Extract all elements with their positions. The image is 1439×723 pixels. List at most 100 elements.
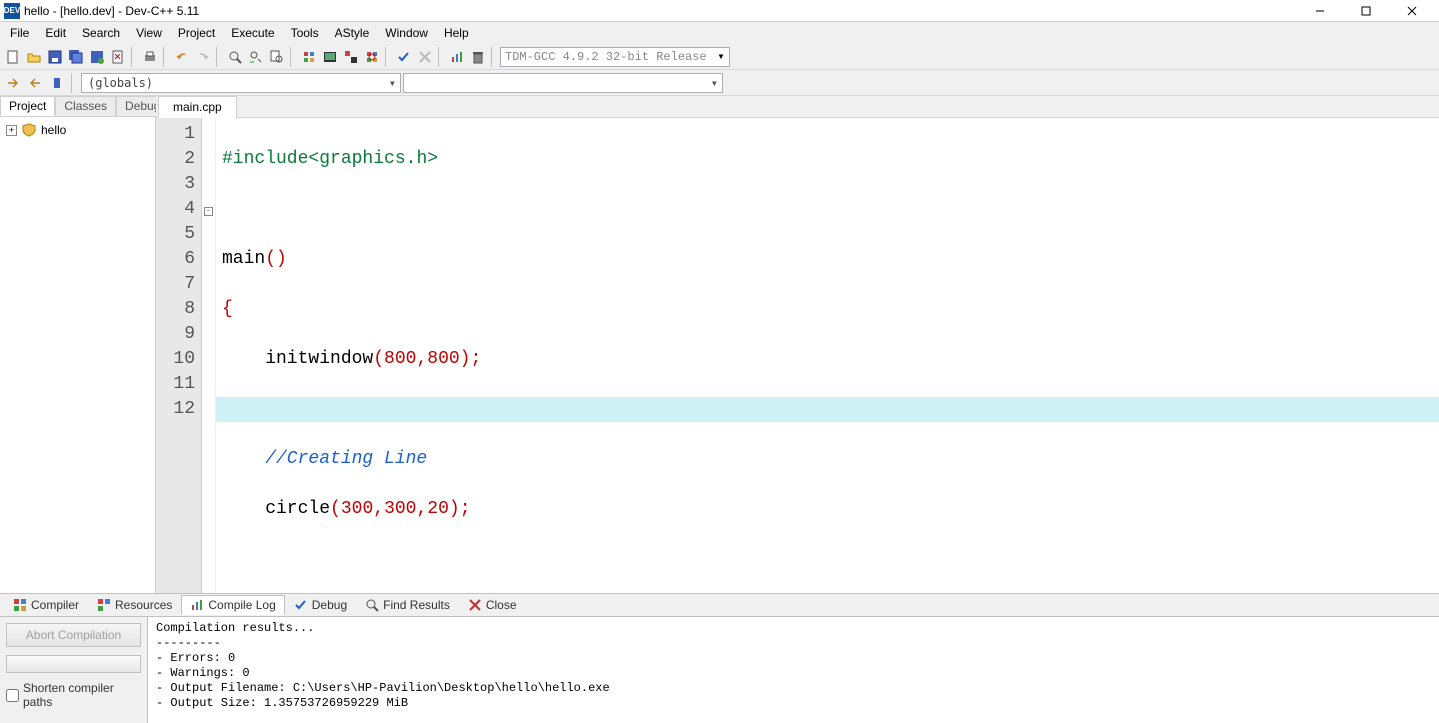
close-x-icon xyxy=(468,598,482,612)
find-files-icon xyxy=(270,50,284,64)
code-token: , xyxy=(416,349,427,369)
tab-classes[interactable]: Classes xyxy=(55,96,116,116)
tab-debug-bottom[interactable]: Debug xyxy=(285,595,356,615)
menu-tools[interactable]: Tools xyxy=(283,24,327,42)
save-all-button[interactable] xyxy=(66,47,86,67)
editor-tab-main[interactable]: main.cpp xyxy=(158,96,237,118)
code-token: 300 xyxy=(341,499,373,519)
close-file-button[interactable] xyxy=(108,47,128,67)
titlebar: DEV hello - [hello.dev] - Dev-C++ 5.11 xyxy=(0,0,1439,22)
expand-icon[interactable]: + xyxy=(6,125,17,136)
code-token: 800 xyxy=(427,349,459,369)
shorten-paths-checkbox[interactable] xyxy=(6,689,19,702)
tab-find-results[interactable]: Find Results xyxy=(356,595,459,615)
project-root-item[interactable]: + hello xyxy=(6,121,149,139)
close-file-icon xyxy=(111,50,125,64)
line-number: 7 xyxy=(156,272,195,297)
line-number: 3 xyxy=(156,172,195,197)
menubar: File Edit Search View Project Execute To… xyxy=(0,22,1439,44)
tab-label: Resources xyxy=(115,598,172,612)
stop-debug-button[interactable] xyxy=(415,47,435,67)
tab-project[interactable]: Project xyxy=(0,96,55,116)
main-area: Project Classes Debug + hello main.cpp 1… xyxy=(0,96,1439,593)
find-button[interactable] xyxy=(225,47,245,67)
save-as-icon xyxy=(90,50,104,64)
menu-file[interactable]: File xyxy=(2,24,37,42)
folder-open-icon xyxy=(27,50,41,64)
bookmark-button[interactable] xyxy=(47,73,67,93)
compile-run-icon xyxy=(344,50,358,64)
trash-button[interactable] xyxy=(468,47,488,67)
compile-output[interactable]: Compilation results... --------- - Error… xyxy=(148,617,1439,723)
save-icon xyxy=(48,50,62,64)
maximize-button[interactable] xyxy=(1343,0,1389,22)
find-in-files-button[interactable] xyxy=(267,47,287,67)
resources-icon xyxy=(97,598,111,612)
menu-execute[interactable]: Execute xyxy=(223,24,282,42)
profile-button[interactable] xyxy=(447,47,467,67)
project-tree: + hello xyxy=(0,116,155,593)
window-title: hello - [hello.dev] - Dev-C++ 5.11 xyxy=(24,4,1297,18)
save-as-button[interactable] xyxy=(87,47,107,67)
menu-view[interactable]: View xyxy=(128,24,170,42)
goto-back-button[interactable] xyxy=(25,73,45,93)
printer-icon xyxy=(143,50,157,64)
new-file-icon xyxy=(6,50,20,64)
line-number: 11 xyxy=(156,372,195,397)
members-select[interactable] xyxy=(403,73,723,93)
tab-close-bottom[interactable]: Close xyxy=(459,595,526,615)
app-icon: DEV xyxy=(4,3,20,19)
line-number: 8 xyxy=(156,297,195,322)
menu-project[interactable]: Project xyxy=(170,24,223,42)
menu-edit[interactable]: Edit xyxy=(37,24,74,42)
code-token: () xyxy=(265,249,287,269)
menu-help[interactable]: Help xyxy=(436,24,477,42)
code-token: circle xyxy=(222,499,330,519)
grid-icon xyxy=(13,598,27,612)
goto-button[interactable] xyxy=(3,73,23,93)
search-icon xyxy=(228,50,242,64)
line-number: 1 xyxy=(156,122,195,147)
close-icon xyxy=(1407,6,1417,16)
close-button[interactable] xyxy=(1389,0,1435,22)
debug-check-icon xyxy=(397,50,411,64)
menu-astyle[interactable]: AStyle xyxy=(327,24,378,42)
bottom-body: Abort Compilation Shorten compiler paths… xyxy=(0,616,1439,723)
code-token: main xyxy=(222,249,265,269)
compiler-select[interactable]: TDM-GCC 4.9.2 32-bit Release xyxy=(500,47,730,67)
tab-resources[interactable]: Resources xyxy=(88,595,181,615)
globals-select[interactable]: (globals) xyxy=(81,73,401,93)
undo-icon xyxy=(175,50,189,64)
line-number: 2 xyxy=(156,147,195,172)
undo-button[interactable] xyxy=(172,47,192,67)
menu-window[interactable]: Window xyxy=(377,24,436,42)
run-button[interactable] xyxy=(320,47,340,67)
rebuild-button[interactable] xyxy=(362,47,382,67)
code-token: 20 xyxy=(427,499,449,519)
minimize-button[interactable] xyxy=(1297,0,1343,22)
compile-run-button[interactable] xyxy=(341,47,361,67)
compile-button[interactable] xyxy=(299,47,319,67)
maximize-icon xyxy=(1361,6,1371,16)
new-file-button[interactable] xyxy=(3,47,23,67)
tab-compile-log[interactable]: Compile Log xyxy=(181,595,284,615)
fold-toggle-icon[interactable]: − xyxy=(204,207,213,216)
project-name-label: hello xyxy=(41,123,66,137)
print-button[interactable] xyxy=(140,47,160,67)
toolbar-main: TDM-GCC 4.9.2 32-bit Release xyxy=(0,44,1439,70)
code-area[interactable]: #include<graphics.h> main() { initwindow… xyxy=(216,118,1439,593)
menu-search[interactable]: Search xyxy=(74,24,128,42)
shorten-paths-row[interactable]: Shorten compiler paths xyxy=(6,681,141,709)
redo-button[interactable] xyxy=(193,47,213,67)
code-token: { xyxy=(222,299,233,319)
replace-button[interactable] xyxy=(246,47,266,67)
debug-button[interactable] xyxy=(394,47,414,67)
tab-label: Compiler xyxy=(31,598,79,612)
save-button[interactable] xyxy=(45,47,65,67)
open-button[interactable] xyxy=(24,47,44,67)
globals-value: (globals) xyxy=(88,76,153,90)
abort-compilation-button[interactable]: Abort Compilation xyxy=(6,623,141,647)
editor-body[interactable]: 1 2 3 4 5 6 7 8 9 10 11 12 − #include<gr… xyxy=(156,118,1439,593)
secondary-gray-button[interactable] xyxy=(6,655,141,673)
tab-compiler[interactable]: Compiler xyxy=(4,595,88,615)
